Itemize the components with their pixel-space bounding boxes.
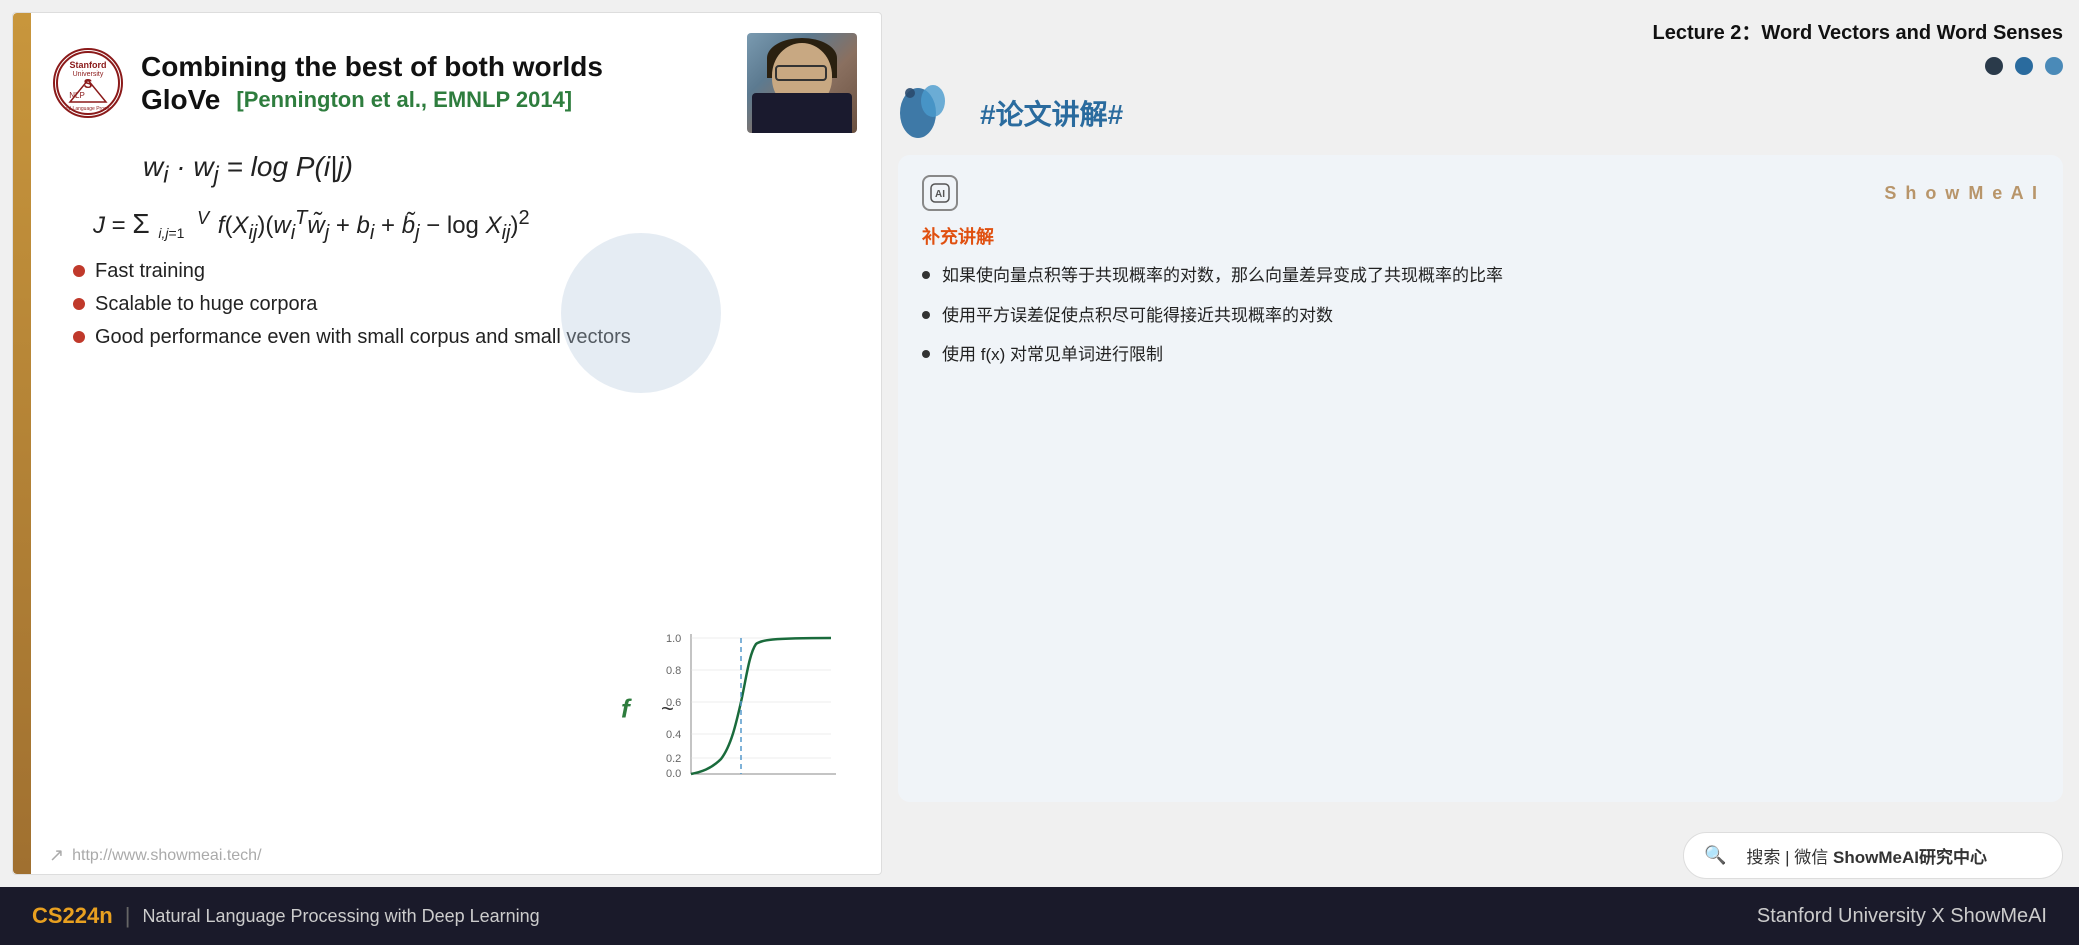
dot-3: [2045, 57, 2063, 75]
bottom-separator: |: [125, 903, 131, 929]
chart-f-label: f: [621, 694, 630, 725]
annotation-card: AI S h o w M e A I 补充讲解 如果使向量点积等于共现概率的对数…: [898, 155, 2063, 802]
bullet-item-3: Good performance even with small corpus …: [73, 326, 857, 349]
annotation-bullet-dot-1: [922, 271, 930, 279]
footer-url: http://www.showmeai.tech/: [72, 847, 261, 865]
slide-title-ref: [Pennington et al., EMNLP 2014]: [236, 87, 572, 113]
cursor-icon: ↗: [49, 845, 64, 866]
bullet-dot-2: [73, 298, 85, 310]
annotation-header: #论文讲解#: [898, 83, 2063, 143]
svg-text:Stanford: Stanford: [70, 60, 107, 70]
bullet-item-2: Scalable to huge corpora: [73, 293, 857, 316]
card-subtitle: 补充讲解: [922, 223, 2039, 249]
svg-text:Natural Language Processing: Natural Language Processing: [55, 106, 121, 112]
equation-1: wi · wj = log P(i|j): [143, 151, 857, 189]
course-description: Natural Language Processing with Deep Le…: [142, 906, 539, 927]
bullet-points: Fast training Scalable to huge corpora G…: [73, 260, 857, 349]
lecture-title: Lecture 2：Word Vectors and Word Senses: [898, 8, 2063, 57]
slide-footer: ↗ http://www.showmeai.tech/: [33, 837, 881, 874]
chart-area: f ~ 1.0 0.8 0.6 0.4 0.2 0.0: [601, 624, 841, 794]
svg-text:0.6: 0.6: [666, 697, 681, 709]
card-header: AI S h o w M e A I: [922, 175, 2039, 211]
slide-header: Stanford University S NLP Natural Langua…: [53, 33, 857, 133]
slide-panel: Stanford University S NLP Natural Langua…: [12, 12, 882, 875]
svg-text:0.0: 0.0: [666, 768, 681, 780]
svg-text:0.8: 0.8: [666, 665, 681, 677]
ai-icon: AI: [922, 175, 958, 211]
svg-text:AI: AI: [935, 189, 945, 200]
slide-left-accent: [13, 13, 31, 874]
annotation-bullet-dot-3: [922, 350, 930, 358]
search-icon: 🔍: [1704, 845, 1726, 866]
annotation-bullet-3: 使用 f(x) 对常见单词进行限制: [922, 342, 2039, 368]
wave-svg-icon: [898, 83, 968, 143]
bullet-dot-1: [73, 265, 85, 277]
annotation-bullet-dot-2: [922, 311, 930, 319]
search-bar[interactable]: 🔍 搜索 | 微信 ShowMeAI研究中心: [1683, 832, 2063, 879]
dot-1: [1985, 57, 2003, 75]
bullet-dot-3: [73, 331, 85, 343]
right-panel: Lecture 2：Word Vectors and Word Senses #…: [898, 0, 2079, 887]
bottom-left: CS224n | Natural Language Processing wit…: [32, 903, 540, 929]
dot-2: [2015, 57, 2033, 75]
svg-text:1.0: 1.0: [666, 633, 681, 645]
circle-decoration: [561, 233, 721, 393]
slide-title-sub: GloVe: [141, 84, 220, 116]
chart-svg: 1.0 0.8 0.6 0.4 0.2 0.0: [661, 624, 841, 794]
showmeai-watermark: S h o w M e A I: [1884, 183, 2039, 204]
bottom-right: Stanford University X ShowMeAI: [1757, 905, 2047, 928]
course-code: CS224n: [32, 903, 113, 929]
stanford-logo: Stanford University S NLP Natural Langua…: [53, 48, 123, 118]
math-equations: wi · wj = log P(i|j) J = Σ i,j=1 V f(Xij…: [63, 151, 857, 244]
annotation-bullet-2: 使用平方误差促使点积尽可能得接近共现概率的对数: [922, 303, 2039, 329]
slide-title-block: Combining the best of both worlds GloVe …: [141, 50, 729, 116]
dots-row: [898, 57, 2063, 75]
search-text: 搜索 | 微信 ShowMeAI研究中心: [1746, 843, 1987, 868]
slide-title-main: Combining the best of both worlds: [141, 50, 729, 84]
professor-photo: [747, 33, 857, 133]
svg-text:0.2: 0.2: [666, 753, 681, 765]
bottom-bar: CS224n | Natural Language Processing wit…: [0, 887, 2079, 945]
equation-2: J = Σ i,j=1 V f(Xij)(wiTw̃j + bi + b̃j −…: [93, 207, 857, 245]
bullet-item-1: Fast training: [73, 260, 857, 283]
annotation-title: #论文讲解#: [980, 93, 1123, 133]
annotation-bullet-1: 如果使向量点积等于共现概率的对数，那么向量差异变成了共现概率的比率: [922, 263, 2039, 289]
svg-text:0.4: 0.4: [666, 729, 681, 741]
